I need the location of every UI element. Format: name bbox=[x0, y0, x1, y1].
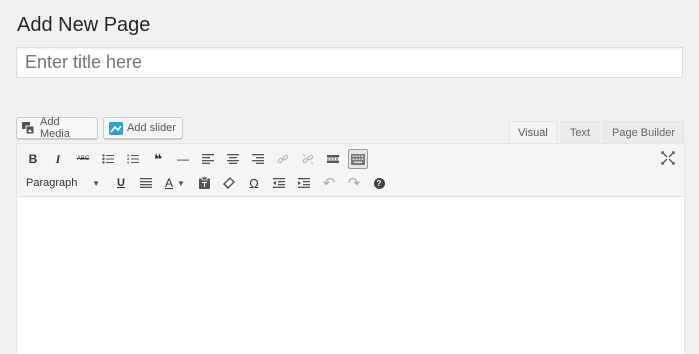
remove-link-icon[interactable] bbox=[298, 149, 318, 169]
page-title: Add New Page bbox=[17, 14, 151, 36]
media-icon bbox=[22, 122, 36, 135]
tab-page-builder[interactable]: Page Builder bbox=[603, 121, 684, 143]
editor-toolbar: B I ABC ❝ — Paragraph ▼ U A ▼ Ω ↶ ↷ ? bbox=[17, 144, 684, 197]
toolbar-row-1: B I ABC ❝ — bbox=[23, 148, 373, 170]
increase-indent-icon[interactable] bbox=[294, 173, 314, 193]
toolbar-toggle-icon[interactable] bbox=[348, 149, 368, 169]
text-color-icon[interactable]: A ▼ bbox=[161, 173, 189, 193]
special-character-icon[interactable]: Ω bbox=[244, 173, 264, 193]
justify-icon[interactable] bbox=[136, 173, 156, 193]
align-right-icon[interactable] bbox=[248, 149, 268, 169]
undo-icon[interactable]: ↶ bbox=[319, 173, 339, 193]
bulleted-list-icon[interactable] bbox=[98, 149, 118, 169]
horizontal-line-icon[interactable]: — bbox=[173, 149, 193, 169]
add-slider-label: Add slider bbox=[127, 122, 176, 134]
editor-tabs: Visual Text Page Builder bbox=[509, 121, 684, 144]
clear-formatting-icon[interactable] bbox=[219, 173, 239, 193]
format-select-value: Paragraph bbox=[26, 177, 78, 189]
title-input[interactable] bbox=[16, 47, 683, 78]
italic-icon[interactable]: I bbox=[48, 149, 68, 169]
strikethrough-icon[interactable]: ABC bbox=[73, 149, 93, 169]
align-center-icon[interactable] bbox=[223, 149, 243, 169]
numbered-list-icon[interactable] bbox=[123, 149, 143, 169]
fullscreen-icon[interactable] bbox=[660, 150, 676, 166]
add-slider-button[interactable]: Add slider bbox=[103, 117, 183, 139]
slider-icon bbox=[109, 121, 123, 135]
align-left-icon[interactable] bbox=[198, 149, 218, 169]
format-select[interactable]: Paragraph ▼ bbox=[23, 173, 103, 193]
chevron-down-icon: ▼ bbox=[92, 178, 100, 188]
read-more-icon[interactable] bbox=[323, 149, 343, 169]
chevron-down-icon: ▼ bbox=[177, 178, 185, 188]
add-media-label: Add Media bbox=[40, 116, 70, 140]
toolbar-row-2: Paragraph ▼ U A ▼ Ω ↶ ↷ ? bbox=[23, 172, 394, 194]
tab-text[interactable]: Text bbox=[560, 121, 599, 143]
blockquote-icon[interactable]: ❝ bbox=[148, 149, 168, 169]
insert-link-icon[interactable] bbox=[273, 149, 293, 169]
paste-as-text-icon[interactable] bbox=[194, 173, 214, 193]
redo-icon[interactable]: ↷ bbox=[344, 173, 364, 193]
help-icon[interactable]: ? bbox=[369, 173, 389, 193]
editor-content-area[interactable] bbox=[17, 197, 684, 354]
add-media-button[interactable]: Add Media bbox=[16, 116, 98, 140]
content-editor: B I ABC ❝ — Paragraph ▼ U A ▼ Ω ↶ ↷ ? bbox=[16, 143, 685, 354]
decrease-indent-icon[interactable] bbox=[269, 173, 289, 193]
underline-icon[interactable]: U bbox=[111, 173, 131, 193]
bold-icon[interactable]: B bbox=[23, 149, 43, 169]
tab-visual[interactable]: Visual bbox=[509, 121, 557, 144]
